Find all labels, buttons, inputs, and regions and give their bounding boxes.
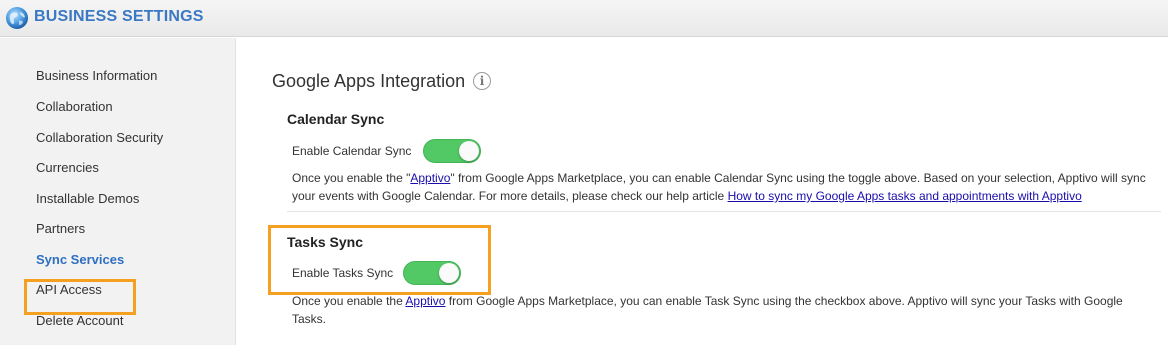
main-content: Google Apps Integration i Calendar Sync … bbox=[237, 38, 1168, 345]
page-title: BUSINESS SETTINGS bbox=[34, 8, 204, 25]
sidebar-item-currencies[interactable]: Currencies bbox=[36, 160, 99, 175]
enable-calendar-sync-label: Enable Calendar Sync bbox=[292, 144, 412, 158]
apptivo-link[interactable]: Apptivo bbox=[410, 171, 450, 185]
globe-icon bbox=[6, 7, 28, 29]
calendar-sync-description: Once you enable the "Apptivo" from Googl… bbox=[292, 169, 1167, 205]
section-heading: Google Apps Integration bbox=[272, 71, 466, 91]
toggle-knob bbox=[439, 263, 459, 283]
sidebar-item-collaboration-security[interactable]: Collaboration Security bbox=[36, 130, 163, 145]
toggle-knob bbox=[459, 141, 479, 161]
sidebar-item-delete-account[interactable]: Delete Account bbox=[36, 313, 123, 328]
sidebar: Business Information Collaboration Colla… bbox=[0, 38, 236, 345]
tasks-sync-description: Once you enable the Apptivo from Google … bbox=[292, 292, 1147, 328]
calendar-sync-toggle[interactable] bbox=[423, 139, 481, 163]
sidebar-item-installable-demos[interactable]: Installable Demos bbox=[36, 191, 139, 206]
tasks-desc-text-1: Once you enable the bbox=[292, 294, 406, 308]
tasks-sync-heading: Tasks Sync bbox=[287, 234, 364, 250]
help-article-link[interactable]: How to sync my Google Apps tasks and app… bbox=[728, 189, 1082, 203]
tasks-sync-toggle[interactable] bbox=[403, 261, 461, 285]
sidebar-item-collaboration[interactable]: Collaboration bbox=[36, 99, 113, 114]
enable-tasks-sync-label: Enable Tasks Sync bbox=[292, 266, 394, 280]
sync-services-highlight-box bbox=[24, 279, 136, 315]
calendar-sync-heading: Calendar Sync bbox=[287, 111, 385, 127]
sidebar-item-business-information[interactable]: Business Information bbox=[36, 68, 157, 83]
sidebar-item-sync-services[interactable]: Sync Services bbox=[36, 252, 124, 267]
apptivo-link[interactable]: Apptivo bbox=[405, 294, 445, 308]
calendar-desc-text-1: Once you enable the " bbox=[292, 171, 411, 185]
info-icon[interactable]: i bbox=[473, 72, 491, 90]
sidebar-item-partners[interactable]: Partners bbox=[36, 221, 85, 236]
top-bar: BUSINESS SETTINGS bbox=[0, 0, 1168, 37]
section-divider bbox=[287, 211, 1161, 212]
